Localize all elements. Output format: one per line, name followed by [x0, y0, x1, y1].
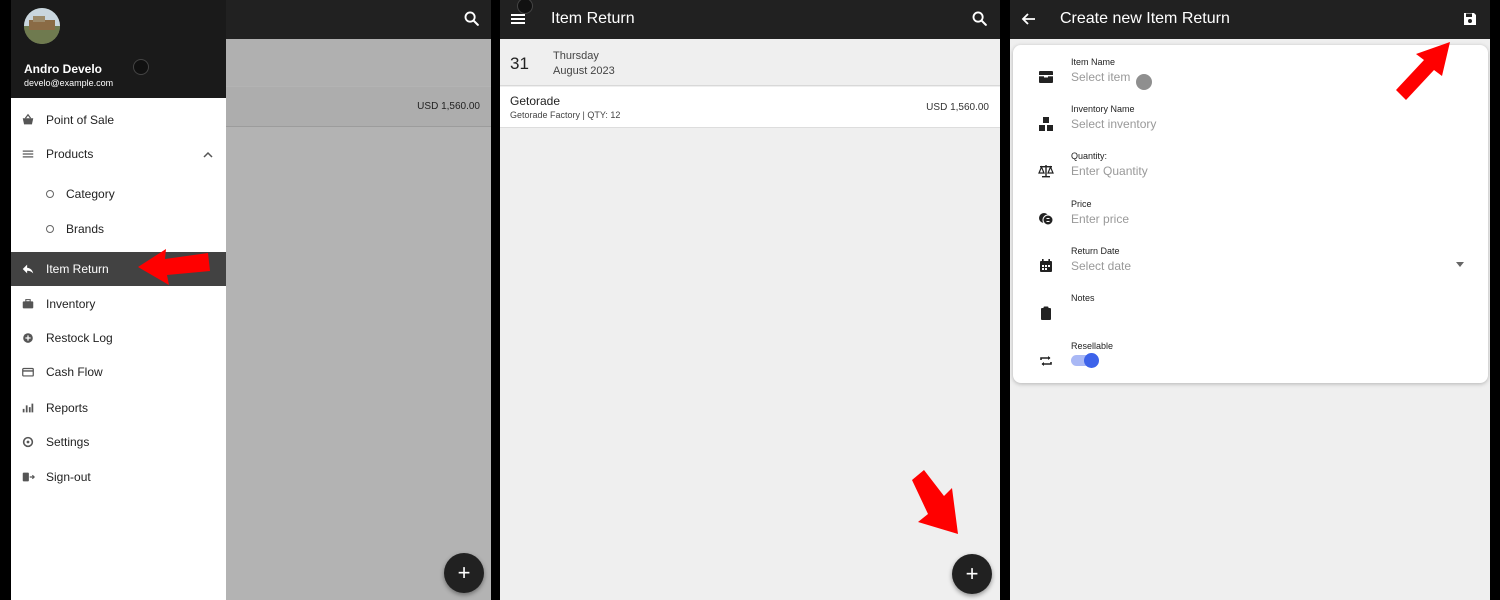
resellable-field[interactable]: Resellable — [1013, 341, 1488, 381]
screenshot-root: USD 1,560.00 Andro Develo develo@example… — [0, 0, 1500, 600]
date-day: 31 — [510, 54, 529, 73]
field-placeholder: Select inventory — [1071, 117, 1157, 131]
nav-category[interactable]: Category — [11, 177, 226, 211]
box-icon — [1038, 69, 1054, 85]
date-weekday: Thursday — [553, 50, 599, 62]
sign-out-icon — [21, 470, 35, 484]
user-name: Andro Develo — [24, 62, 103, 76]
notes-field[interactable]: Notes — [1013, 293, 1488, 333]
return-date-field[interactable]: Return Date Select date — [1013, 246, 1488, 286]
field-label: Item Name — [1071, 57, 1116, 67]
nav-label: Products — [46, 147, 94, 161]
basket-icon — [21, 113, 35, 127]
app-bar: Item Return — [500, 0, 1000, 39]
field-placeholder: Enter Quantity — [1071, 164, 1148, 178]
scale-icon — [1038, 163, 1054, 179]
resellable-toggle[interactable] — [1071, 353, 1099, 368]
create-item-return-screen: Create new Item Return Item Name Select … — [1010, 0, 1490, 600]
boxes-icon — [1038, 116, 1054, 132]
nav-label: Brands — [66, 222, 105, 236]
nav-label: Item Return — [46, 262, 109, 276]
reply-icon — [21, 262, 35, 276]
field-placeholder: Enter price — [1071, 212, 1130, 226]
search-icon[interactable] — [971, 10, 988, 27]
bar-chart-icon — [21, 401, 35, 415]
item-details: Getorade Factory | QTY: 12 — [510, 110, 621, 120]
card-icon — [21, 365, 35, 379]
annotation-arrow — [136, 245, 211, 290]
chevron-up-icon[interactable] — [202, 148, 214, 166]
inventory-name-field[interactable]: Inventory Name Select inventory — [1013, 104, 1488, 144]
list-icon — [21, 147, 35, 161]
quantity-field[interactable]: Quantity: Enter Quantity — [1013, 151, 1488, 191]
date-row-dimmed — [226, 39, 491, 86]
price-icon — [1038, 211, 1054, 227]
date-group-header: 31 Thursday August 2023 — [500, 40, 1000, 86]
item-return-list-screen: Item Return 31 Thursday August 2023 Geto… — [500, 0, 1000, 600]
nav-label: Sign-out — [46, 470, 91, 484]
gear-icon — [21, 435, 35, 449]
plus-circle-icon — [21, 331, 35, 345]
field-label: Notes — [1071, 293, 1095, 303]
field-label: Return Date — [1071, 246, 1120, 256]
user-email: develo@example.com — [24, 78, 114, 88]
list-item[interactable]: Getorade Getorade Factory | QTY: 12 USD … — [500, 87, 1000, 128]
circle-icon — [46, 225, 54, 233]
repeat-icon — [1038, 353, 1054, 369]
clipboard-icon — [1038, 305, 1054, 321]
ripple-indicator — [133, 59, 149, 75]
ripple-indicator — [517, 0, 533, 14]
item-name: Getorade — [510, 94, 561, 108]
drawer-header: Andro Develo develo@example.com — [11, 0, 226, 98]
page-title: Create new Item Return — [1060, 10, 1230, 27]
briefcase-icon — [21, 297, 35, 311]
field-placeholder: Select date — [1071, 259, 1132, 273]
nav-label: Cash Flow — [46, 365, 103, 379]
back-arrow-icon[interactable] — [1021, 11, 1037, 27]
plus-icon: + — [965, 561, 979, 586]
nav-brands[interactable]: Brands — [11, 212, 226, 246]
circle-icon — [46, 190, 54, 198]
nav-cash-flow[interactable]: Cash Flow — [11, 355, 226, 389]
price-field[interactable]: Price Enter price — [1013, 199, 1488, 239]
add-item-return-button[interactable]: + — [952, 554, 992, 594]
nav-label: Restock Log — [46, 331, 113, 345]
nav-products[interactable]: Products — [11, 137, 226, 171]
field-label: Price — [1071, 199, 1092, 209]
nav-label: Settings — [46, 435, 90, 449]
app-bar: Create new Item Return — [1010, 0, 1490, 39]
touch-indicator — [1136, 74, 1152, 90]
nav-restock-log[interactable]: Restock Log — [11, 321, 226, 355]
field-placeholder: Select item — [1071, 70, 1131, 84]
add-button[interactable]: + — [444, 553, 484, 593]
annotation-arrow — [1394, 40, 1454, 107]
nav-sign-out[interactable]: Sign-out — [11, 460, 226, 494]
save-icon[interactable] — [1462, 11, 1478, 27]
dropdown-caret-icon[interactable] — [1456, 262, 1464, 267]
nav-label: Point of Sale — [46, 113, 115, 127]
calendar-icon — [1038, 258, 1054, 274]
return-row-dimmed[interactable]: USD 1,560.00 — [226, 87, 491, 127]
plus-icon: + — [457, 560, 471, 585]
navigation-drawer: Andro Develo develo@example.com Point of… — [11, 0, 226, 600]
nav-point-of-sale[interactable]: Point of Sale — [11, 103, 226, 137]
return-amount: USD 1,560.00 — [417, 101, 480, 112]
date-month: August 2023 — [553, 65, 615, 77]
nav-settings[interactable]: Settings — [11, 425, 226, 459]
nav-label: Category — [66, 187, 115, 201]
avatar[interactable] — [24, 8, 60, 44]
toggle-knob — [1084, 353, 1099, 368]
search-icon[interactable] — [463, 10, 480, 27]
field-label: Inventory Name — [1071, 104, 1135, 114]
page-title: Item Return — [551, 10, 635, 27]
annotation-arrow — [910, 468, 960, 543]
nav-reports[interactable]: Reports — [11, 391, 226, 425]
field-label: Quantity: — [1071, 151, 1108, 161]
nav-label: Inventory — [46, 297, 96, 311]
nav-label: Reports — [46, 401, 89, 415]
item-amount: USD 1,560.00 — [926, 102, 989, 113]
nav-inventory[interactable]: Inventory — [11, 287, 226, 321]
field-label: Resellable — [1071, 341, 1114, 351]
drawer-screen: USD 1,560.00 Andro Develo develo@example… — [11, 0, 491, 600]
